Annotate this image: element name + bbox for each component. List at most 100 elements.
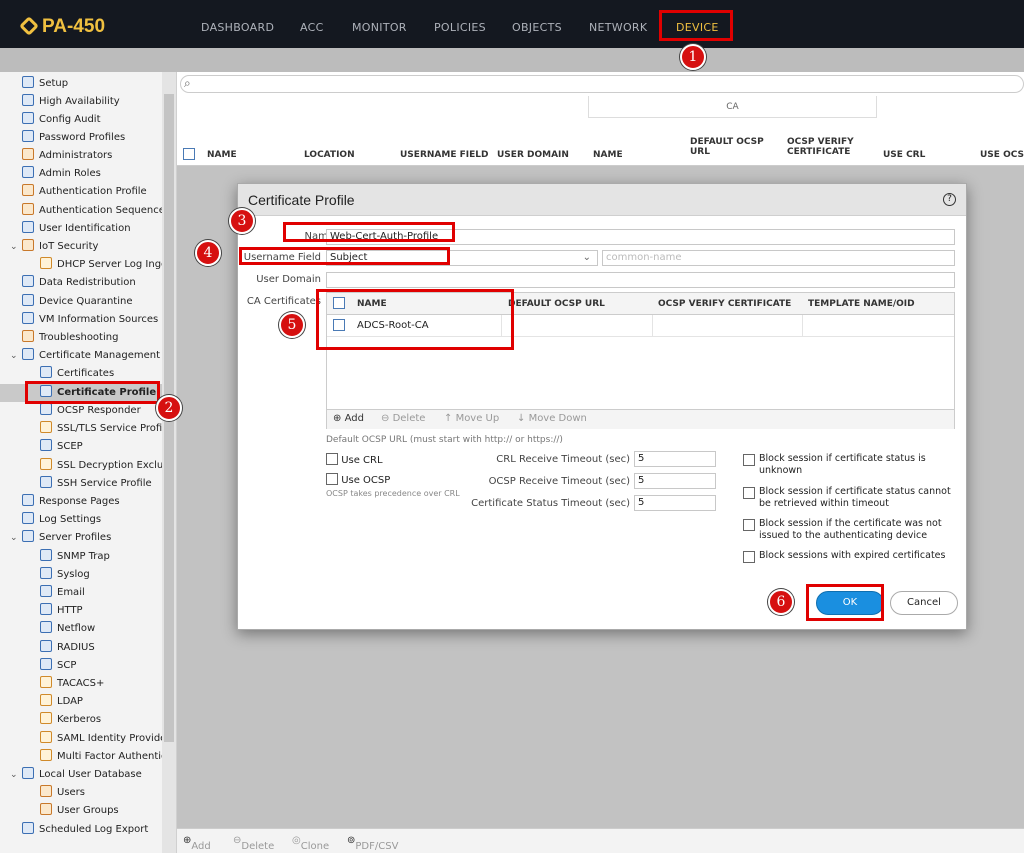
block-unknown-option[interactable]: Block session if certificate status is u… xyxy=(743,453,958,477)
step-marker-1: 1 xyxy=(680,44,706,70)
use-crl-checkbox[interactable] xyxy=(326,453,338,465)
sidebar-item-snmp-trap[interactable]: SNMP Trap xyxy=(40,548,110,566)
sidebar-item-admin-roles[interactable]: Admin Roles xyxy=(22,165,101,183)
sidebar-item-ocsp-responder[interactable]: OCSP Responder xyxy=(40,402,141,420)
column-use-crl[interactable]: USE CRL xyxy=(883,150,925,160)
sidebar-item-vm-information-sources[interactable]: VM Information Sources xyxy=(22,311,158,329)
step-marker-4: 4 xyxy=(195,240,221,266)
use-crl-option[interactable]: Use CRL xyxy=(326,453,383,466)
block-not-issued-option[interactable]: Block session if the certificate was not… xyxy=(743,518,958,542)
username-value-input[interactable]: common-name xyxy=(602,250,955,266)
administrators-icon xyxy=(22,148,34,160)
ca-column-ocsp-verify-certificate[interactable]: OCSP VERIFY CERTIFICATE xyxy=(658,299,791,309)
tab-policies[interactable]: POLICIES xyxy=(434,21,486,34)
sidebar-item-authentication-sequence[interactable]: Authentication Sequence xyxy=(22,202,165,220)
setup-icon xyxy=(22,76,34,88)
use-ocsp-option[interactable]: Use OCSP xyxy=(326,473,390,486)
sidebar-item-netflow[interactable]: Netflow xyxy=(40,620,95,638)
cancel-button[interactable]: Cancel xyxy=(890,591,958,615)
search-input[interactable]: ⌕ xyxy=(180,75,1024,93)
sidebar-item-ssl-tls-service-profile[interactable]: SSL/TLS Service Profile xyxy=(40,420,171,438)
sidebar-item-high-availability[interactable]: High Availability xyxy=(22,93,120,111)
ca-move-up-button[interactable]: ↑ Move Up xyxy=(444,413,499,424)
sidebar-item-authentication-profile[interactable]: Authentication Profile xyxy=(22,183,147,201)
sidebar-item-saml-identity-provider[interactable]: SAML Identity Provider xyxy=(40,730,170,748)
chevron-down-icon[interactable]: ⌄ xyxy=(10,529,18,547)
footer-delete-button[interactable]: ⊖ Delete xyxy=(233,835,274,852)
sidebar-item-local-user-database[interactable]: ⌄ Local User Database xyxy=(10,766,142,784)
footer-add-button[interactable]: ⊕ Add xyxy=(183,835,211,852)
sidebar-item-scep[interactable]: SCEP xyxy=(40,438,83,456)
block-unknown-checkbox[interactable] xyxy=(743,454,755,466)
sidebar-item-dhcp-server-log-ingestion[interactable]: DHCP Server Log Ingestion xyxy=(40,256,176,274)
sidebar-item-device-quarantine[interactable]: Device Quarantine xyxy=(22,293,132,311)
user-domain-input[interactable] xyxy=(326,272,955,288)
tab-acc[interactable]: ACC xyxy=(300,21,324,34)
use-ocsp-checkbox[interactable] xyxy=(326,473,338,485)
ssl-tls-service-profile-icon xyxy=(40,421,52,433)
sidebar-scrollbar[interactable] xyxy=(162,72,176,853)
select-all-checkbox[interactable] xyxy=(183,148,195,160)
sidebar-item-administrators[interactable]: Administrators xyxy=(22,147,112,165)
ca-delete-button[interactable]: ⊖ Delete xyxy=(381,413,425,424)
sidebar-item-scheduled-log-export[interactable]: Scheduled Log Export xyxy=(22,821,148,839)
column-user-domain[interactable]: USER DOMAIN xyxy=(497,150,569,160)
tab-objects[interactable]: OBJECTS xyxy=(512,21,562,34)
sidebar-item-http[interactable]: HTTP xyxy=(40,602,83,620)
sidebar-item-user-identification[interactable]: User Identification xyxy=(22,220,131,238)
sidebar-item-tacacs[interactable]: TACACS+ xyxy=(40,675,104,693)
crl-timeout-input[interactable]: 5 xyxy=(634,451,716,467)
footer-clone-button[interactable]: ◎ Clone xyxy=(292,835,329,852)
sidebar-item-user-groups[interactable]: User Groups xyxy=(40,802,119,820)
ocsp-url-hint: Default OCSP URL (must start with http:/… xyxy=(326,435,563,445)
column-ca-name[interactable]: NAME xyxy=(593,150,623,160)
sidebar-item-ldap[interactable]: LDAP xyxy=(40,693,83,711)
sidebar-item-data-redistribution[interactable]: Data Redistribution xyxy=(22,274,136,292)
sidebar-item-users[interactable]: Users xyxy=(40,784,85,802)
sidebar-item-certificate-management[interactable]: ⌄ Certificate Management xyxy=(10,347,160,365)
ca-column-default-ocsp-url[interactable]: DEFAULT OCSP URL xyxy=(508,299,605,309)
sidebar-item-email[interactable]: Email xyxy=(40,584,85,602)
tab-monitor[interactable]: MONITOR xyxy=(352,21,407,34)
sidebar-item-log-settings[interactable]: Log Settings xyxy=(22,511,101,529)
sidebar-item-response-pages[interactable]: Response Pages xyxy=(22,493,120,511)
sidebar-item-password-profiles[interactable]: Password Profiles xyxy=(22,129,125,147)
chevron-down-icon[interactable]: ⌄ xyxy=(10,766,18,784)
ocsp-timeout-input[interactable]: 5 xyxy=(634,473,716,489)
sidebar-item-ssh-service-profile[interactable]: SSH Service Profile xyxy=(40,475,152,493)
sidebar-item-iot-security[interactable]: ⌄ IoT Security xyxy=(10,238,98,256)
block-timeout-option[interactable]: Block session if certificate status cann… xyxy=(743,486,958,510)
tab-network[interactable]: NETWORK xyxy=(589,21,647,34)
sidebar-item-server-profiles[interactable]: ⌄ Server Profiles xyxy=(10,529,111,547)
footer-pdf-csv-button[interactable]: ⊚ PDF/CSV xyxy=(347,835,398,852)
status-timeout-input[interactable]: 5 xyxy=(634,495,716,511)
column-location[interactable]: LOCATION xyxy=(304,150,355,160)
tab-dashboard[interactable]: DASHBOARD xyxy=(201,21,274,34)
ca-column-template-name-oid[interactable]: TEMPLATE NAME/OID xyxy=(808,299,915,309)
high-availability-icon xyxy=(22,94,34,106)
column-default-ocsp-url[interactable]: DEFAULT OCSP URL xyxy=(690,137,770,157)
sidebar-item-setup[interactable]: Setup xyxy=(22,75,68,93)
sidebar-item-syslog[interactable]: Syslog xyxy=(40,566,90,584)
column-use-ocsp[interactable]: USE OCSP xyxy=(980,150,1024,160)
ca-add-button[interactable]: ⊕ Add xyxy=(333,413,364,424)
ca-move-down-button[interactable]: ↓ Move Down xyxy=(517,413,587,424)
block-not-issued-checkbox[interactable] xyxy=(743,519,755,531)
sidebar-item-radius[interactable]: RADIUS xyxy=(40,639,95,657)
sidebar-item-kerberos[interactable]: Kerberos xyxy=(40,711,101,729)
column-username-field[interactable]: USERNAME FIELD xyxy=(400,150,488,160)
kerberos-icon xyxy=(40,712,52,724)
chevron-down-icon[interactable]: ⌄ xyxy=(10,238,18,256)
block-timeout-checkbox[interactable] xyxy=(743,487,755,499)
sidebar-item-config-audit[interactable]: Config Audit xyxy=(22,111,101,129)
help-icon[interactable]: ? xyxy=(943,193,956,206)
column-ocsp-verify-certificate[interactable]: OCSP VERIFY CERTIFICATE xyxy=(787,137,867,157)
sidebar-item-troubleshooting[interactable]: Troubleshooting xyxy=(22,329,118,347)
sidebar-item-multi-factor-authentication[interactable]: Multi Factor Authentication xyxy=(40,748,176,766)
sidebar-item-scp[interactable]: SCP xyxy=(40,657,76,675)
block-expired-option[interactable]: Block sessions with expired certificates xyxy=(743,550,958,563)
chevron-down-icon[interactable]: ⌄ xyxy=(10,347,18,365)
block-expired-checkbox[interactable] xyxy=(743,551,755,563)
column-name[interactable]: NAME xyxy=(207,150,237,160)
sidebar-item-ssl-decryption-exclusion[interactable]: SSL Decryption Exclusion xyxy=(40,457,176,475)
